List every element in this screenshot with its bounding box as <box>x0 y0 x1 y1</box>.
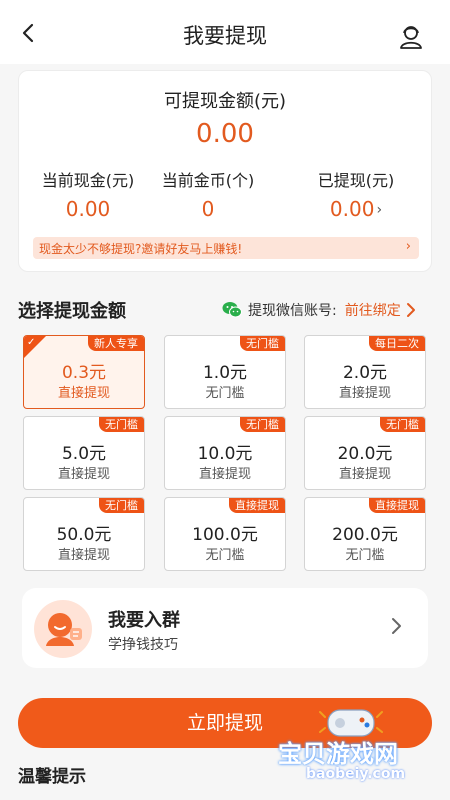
chevron-right-icon: › <box>376 202 383 218</box>
customer-service-icon[interactable] <box>398 24 424 50</box>
amount-option[interactable]: 无门槛 20.0元 直接提现 <box>304 416 426 490</box>
option-amount: 0.3元 <box>61 363 107 383</box>
amount-option[interactable]: 无门槛 1.0元 无门槛 <box>164 335 286 409</box>
invite-friends-banner[interactable]: 现金太少不够提现?邀请好友马上赚钱! › <box>33 237 419 259</box>
watermark-en: baobeiy.com <box>306 766 406 782</box>
option-amount: 1.0元 <box>202 363 248 383</box>
stat-withdrawn[interactable]: 已提现(元) 0.00 › <box>287 167 425 221</box>
option-subtitle: 无门槛 <box>205 386 245 401</box>
option-amount: 2.0元 <box>342 363 388 383</box>
join-group-card[interactable]: 我要入群 学挣钱技巧 <box>22 588 428 668</box>
stat-current-cash: 当前现金(元) 0.00 <box>19 167 157 221</box>
page-title: 我要提现 <box>183 24 267 48</box>
chevron-right-icon <box>392 618 401 634</box>
withdrawable-label: 可提现金额(元) <box>163 91 287 112</box>
stat-label: 当前金币(个) <box>161 171 255 190</box>
check-icon: ✓ <box>27 337 36 348</box>
stat-value: 0 <box>201 197 215 221</box>
amount-option[interactable]: 无门槛 5.0元 直接提现 <box>23 416 145 490</box>
option-subtitle: 直接提现 <box>57 467 110 482</box>
chevron-right-icon: › <box>405 239 411 254</box>
option-amount: 100.0元 <box>192 525 258 545</box>
option-tag: 无门槛 <box>240 417 285 432</box>
option-subtitle: 直接提现 <box>57 548 110 563</box>
amount-option[interactable]: 每日二次 2.0元 直接提现 <box>304 335 426 409</box>
option-tag: 无门槛 <box>240 336 285 351</box>
stat-current-coins: 当前金币(个) 0 <box>139 167 277 221</box>
invite-text: 现金太少不够提现?邀请好友马上赚钱! <box>39 242 243 256</box>
option-tag: 无门槛 <box>99 417 144 432</box>
option-amount: 10.0元 <box>197 444 253 464</box>
option-subtitle: 直接提现 <box>338 386 391 401</box>
wechat-label: 提现微信账号: <box>248 303 337 319</box>
wechat-icon <box>222 302 242 318</box>
option-amount: 20.0元 <box>337 444 393 464</box>
option-subtitle: 无门槛 <box>205 548 245 563</box>
amount-option[interactable]: 无门槛 50.0元 直接提现 <box>23 497 145 571</box>
amount-option[interactable]: 直接提现 100.0元 无门槛 <box>164 497 286 571</box>
option-tag: 直接提现 <box>229 498 285 513</box>
option-amount: 5.0元 <box>61 444 107 464</box>
option-tag: 无门槛 <box>380 417 425 432</box>
stat-value: 0.00 <box>65 197 111 221</box>
wechat-account-row[interactable]: 提现微信账号: 前往绑定 <box>222 300 417 320</box>
stat-value: 0.00 <box>329 197 375 221</box>
header: 我要提现 <box>0 0 450 64</box>
group-subtitle: 学挣钱技巧 <box>108 637 178 653</box>
option-tag: 新人专享 <box>88 336 144 351</box>
amount-option[interactable]: ✓ 新人专享 0.3元 直接提现 <box>23 335 145 409</box>
stat-label: 当前现金(元) <box>41 171 135 190</box>
group-avatar <box>34 600 92 658</box>
option-subtitle: 无门槛 <box>345 548 385 563</box>
stat-label: 已提现(元) <box>317 171 395 190</box>
option-amount: 50.0元 <box>56 525 112 545</box>
group-chat-icon <box>46 613 82 646</box>
tips-title: 温馨提示 <box>18 767 86 787</box>
stat-value-row: 0.00 › <box>287 197 425 221</box>
withdrawable-amount: 0.00 <box>196 119 254 149</box>
option-amount: 200.0元 <box>332 525 398 545</box>
balance-summary-card: 可提现金额(元) 0.00 当前现金(元) 0.00 当前金币(个) 0 已提现… <box>18 70 432 272</box>
site-watermark: 宝贝游戏网 baobeiy.com <box>278 704 438 794</box>
watermark-cn: 宝贝游戏网 <box>278 740 398 768</box>
option-tag: 每日二次 <box>369 336 425 351</box>
section-title: 选择提现金额 <box>18 301 126 322</box>
chevron-right-icon <box>406 303 415 317</box>
option-subtitle: 直接提现 <box>198 467 251 482</box>
amount-option[interactable]: 直接提现 200.0元 无门槛 <box>304 497 426 571</box>
option-subtitle: 直接提现 <box>338 467 391 482</box>
option-subtitle: 直接提现 <box>57 386 110 401</box>
option-tag: 直接提现 <box>369 498 425 513</box>
group-title: 我要入群 <box>108 610 180 631</box>
amount-option[interactable]: 无门槛 10.0元 直接提现 <box>164 416 286 490</box>
option-tag: 无门槛 <box>99 498 144 513</box>
bind-wechat-link[interactable]: 前往绑定 <box>345 300 401 320</box>
